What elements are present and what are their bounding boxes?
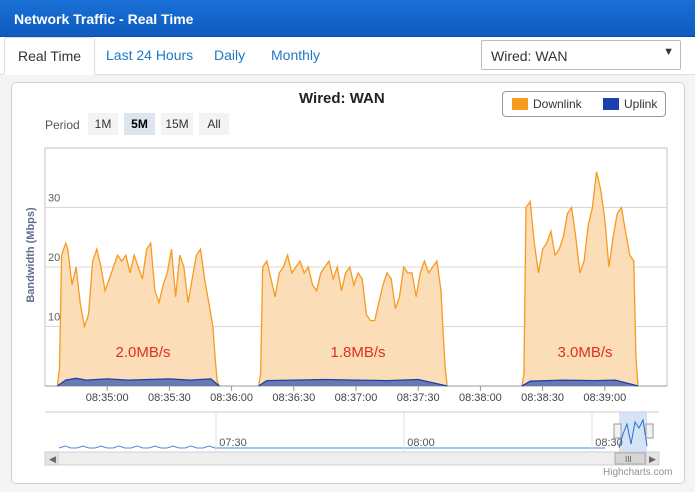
navigator-series-line	[58, 445, 605, 449]
chevron-right-icon: ▶	[649, 454, 656, 464]
chevron-left-icon: ◀	[49, 454, 56, 464]
x-tick-label: 08:36:30	[272, 392, 315, 404]
navigator-time-label: 08:30	[595, 437, 623, 449]
navigator-time-label: 07:30	[219, 437, 247, 449]
y-tick-label: 10	[48, 312, 60, 324]
navigator-handle	[645, 423, 654, 439]
navigator[interactable]: 07:30 08:00 08:30 ◀ ▶ III	[44, 411, 660, 466]
throughput-annotation: 2.0MB/s	[115, 344, 170, 361]
x-tick-label: 08:38:30	[521, 392, 564, 404]
bandwidth-chart: 102030 08:35:00 08:35:30 08:36:00 08:36:30 0…	[25, 147, 668, 466]
y-tick-label: 20	[48, 252, 60, 264]
x-tick-label: 08:35:30	[148, 392, 191, 404]
navigator-scrollbar	[44, 451, 660, 466]
highcharts-credit[interactable]: Highcharts.com	[603, 467, 672, 478]
x-tick-label: 08:38:00	[459, 392, 502, 404]
y-tick-label: 30	[48, 193, 60, 205]
network-traffic-panel: Network Traffic - Real Time Real Time La…	[0, 0, 695, 492]
x-tick-label: 08:37:30	[397, 392, 440, 404]
navigator-handle	[613, 423, 622, 439]
throughput-annotation: 3.0MB/s	[557, 344, 612, 361]
x-tick-label: 08:36:00	[210, 392, 253, 404]
x-tick-label: 08:35:00	[86, 392, 129, 404]
y-axis-label: Bandwidth (Mbps)	[25, 207, 37, 303]
throughput-annotation: 1.8MB/s	[330, 344, 385, 361]
navigator-time-label: 08:00	[407, 437, 435, 449]
x-tick-label: 08:39:00	[583, 392, 626, 404]
x-axis-ticks: 08:35:00 08:35:30 08:36:00 08:36:30 08:37:00…	[45, 385, 667, 404]
x-tick-label: 08:37:00	[335, 392, 378, 404]
grip-icon: III	[625, 455, 632, 464]
